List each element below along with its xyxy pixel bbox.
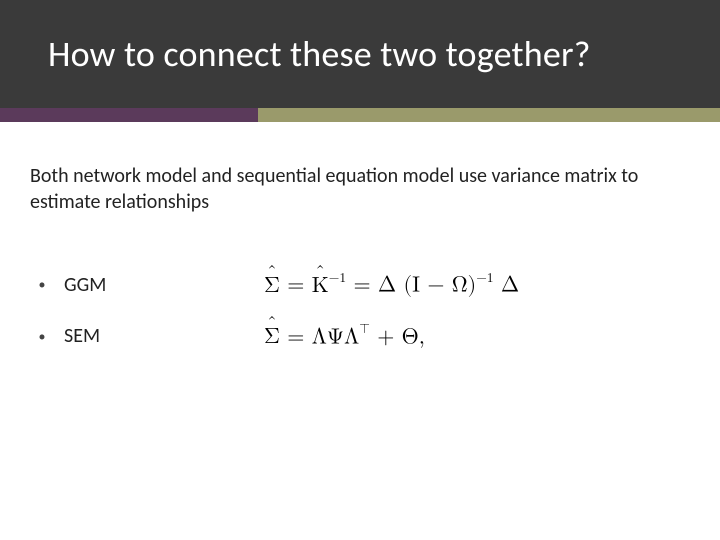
sigma-hat2: Σ [264, 324, 280, 350]
item-label-ggm: GGM [54, 273, 264, 297]
formula-sem: Σ = ΛΨΛ⊤ + Θ, [264, 323, 425, 350]
title-band: How to connect these two together? [0, 0, 720, 108]
exp-neg1: −1 [329, 271, 346, 285]
k-hat: K [312, 273, 329, 299]
list-item: • SEM Σ = ΛΨΛ⊤ + Θ, [30, 323, 680, 350]
slide-title: How to connect these two together? [48, 32, 591, 76]
slide-body: Both network model and sequential equati… [0, 122, 720, 350]
sem-tail: + Θ, [370, 326, 425, 348]
exp-neg1b: −1 [476, 271, 493, 285]
slide: How to connect these two together? Both … [0, 0, 720, 540]
formula-ggm: Σ = K−1 = Δ (I − Ω)−1 Δ [264, 271, 519, 298]
item-label-sem: SEM [54, 324, 264, 348]
list-item: • GGM Σ = K−1 = Δ (I − Ω)−1 Δ [30, 271, 680, 298]
bullet-icon: • [30, 276, 54, 293]
exp-t: ⊤ [359, 322, 370, 336]
sem-rhs: = ΛΨΛ [287, 326, 359, 348]
bullet-icon: • [30, 328, 54, 345]
sigma-hat: Σ [264, 273, 280, 299]
ggm-rest2: Δ [494, 275, 520, 297]
accent-stripe-left [0, 108, 258, 122]
ggm-rest1: = Δ (I − Ω) [353, 275, 476, 297]
intro-text: Both network model and sequential equati… [30, 164, 680, 215]
accent-stripe [0, 108, 720, 122]
accent-stripe-right [258, 108, 720, 122]
